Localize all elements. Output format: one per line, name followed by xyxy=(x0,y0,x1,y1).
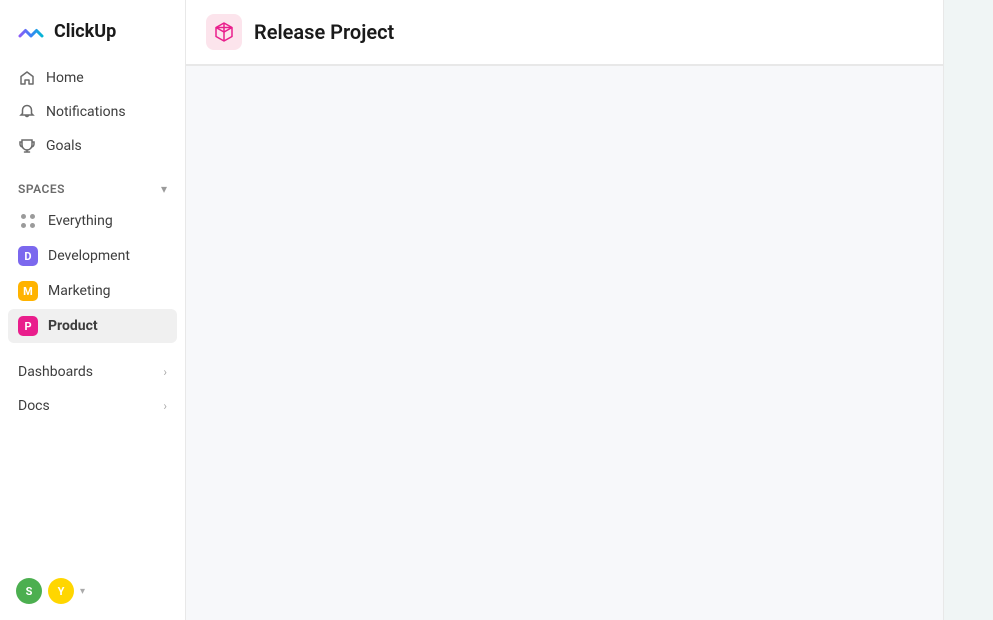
sidebar-footer[interactable]: S Y ▾ xyxy=(16,578,85,604)
main-content: Release Project xyxy=(186,0,943,620)
footer-chevron-icon: ▾ xyxy=(80,586,85,597)
everything-label: Everything xyxy=(48,213,113,229)
spaces-header[interactable]: Spaces ▾ xyxy=(8,178,177,204)
sidebar-item-everything[interactable]: Everything xyxy=(8,204,177,238)
spaces-list: Everything D Development M Marketing P P… xyxy=(8,204,177,343)
top-bar: Release Project xyxy=(186,0,943,65)
chevron-down-icon: ▾ xyxy=(161,182,167,196)
sidebar-item-goals[interactable]: Goals xyxy=(8,130,177,162)
sidebar-item-marketing[interactable]: M Marketing xyxy=(8,274,177,308)
sidebar-item-docs[interactable]: Docs › xyxy=(8,389,177,423)
user-avatar-y: Y xyxy=(48,578,74,604)
dashboards-label: Dashboards xyxy=(18,364,93,380)
development-avatar: D xyxy=(18,246,38,266)
home-label: Home xyxy=(46,70,84,86)
trophy-icon xyxy=(18,137,36,155)
marketing-avatar: M xyxy=(18,281,38,301)
product-label: Product xyxy=(48,318,98,334)
docs-label: Docs xyxy=(18,398,50,414)
sidebar-item-dashboards[interactable]: Dashboards › xyxy=(8,355,177,389)
project-icon xyxy=(206,14,242,50)
nav-section: Home Notifications Goals xyxy=(0,58,185,166)
home-icon xyxy=(18,69,36,87)
development-label: Development xyxy=(48,248,130,264)
marketing-label: Marketing xyxy=(48,283,111,299)
content-area xyxy=(186,66,943,620)
docs-chevron-icon: › xyxy=(163,399,167,413)
logo-text: ClickUp xyxy=(54,21,116,42)
dashboards-chevron-icon: › xyxy=(163,365,167,379)
notifications-label: Notifications xyxy=(46,104,126,120)
sidebar: ClickUp Home Notifications xyxy=(0,0,186,620)
sidebar-item-notifications[interactable]: Notifications xyxy=(8,96,177,128)
spaces-label: Spaces xyxy=(18,182,65,196)
clickup-logo-icon xyxy=(16,16,46,46)
spaces-section: Spaces ▾ Everything D Development xyxy=(0,166,185,347)
user-avatar-s: S xyxy=(16,578,42,604)
sidebar-item-home[interactable]: Home xyxy=(8,62,177,94)
bell-icon xyxy=(18,103,36,121)
sidebar-item-development[interactable]: D Development xyxy=(8,239,177,273)
sidebar-item-product[interactable]: P Product xyxy=(8,309,177,343)
everything-dots-icon xyxy=(18,211,38,231)
logo-area[interactable]: ClickUp xyxy=(0,0,185,58)
right-panel xyxy=(943,0,993,620)
page-title: Release Project xyxy=(254,20,394,44)
product-avatar: P xyxy=(18,316,38,336)
bottom-section: Dashboards › Docs › xyxy=(0,351,185,427)
goals-label: Goals xyxy=(46,138,82,154)
